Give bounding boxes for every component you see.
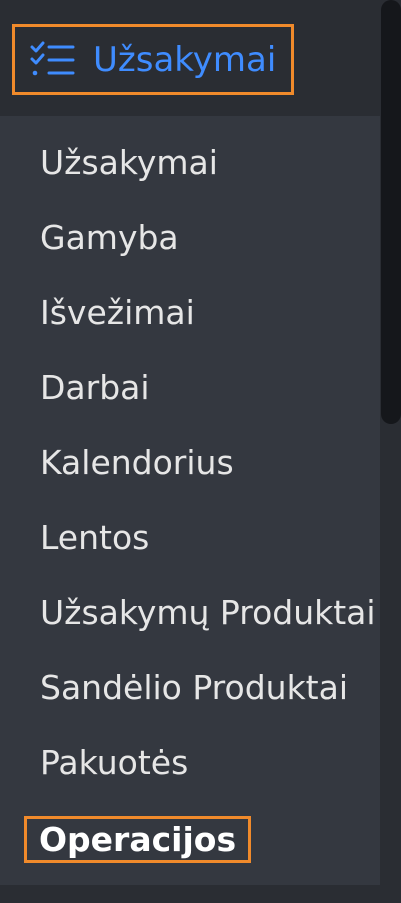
menu-item-operacijos[interactable]: Operacijos (24, 816, 252, 863)
menu-item-darbai[interactable]: Darbai (40, 371, 150, 404)
menu-item-kalendorius[interactable]: Kalendorius (40, 446, 234, 479)
sidebar: Užsakymai Užsakymai Gamyba Išvežimai Dar… (0, 0, 380, 903)
sidebar-header: Užsakymai (0, 0, 380, 116)
menu-item-gamyba[interactable]: Gamyba (40, 221, 179, 254)
checklist-icon (29, 40, 77, 80)
menu-item-uzsakymu-produktai[interactable]: Užsakymų Produktai (40, 596, 376, 629)
section-title: Užsakymai (93, 39, 277, 80)
menu-item-sandelio-produktai[interactable]: Sandėlio Produktai (40, 671, 348, 704)
scrollbar-thumb[interactable] (381, 0, 401, 424)
menu-item-uzsakymai[interactable]: Užsakymai (40, 146, 218, 179)
submenu: Užsakymai Gamyba Išvežimai Darbai Kalend… (0, 116, 380, 885)
menu-item-pakuotes[interactable]: Pakuotės (40, 746, 188, 779)
menu-item-isvezimai[interactable]: Išvežimai (40, 296, 195, 329)
section-header-button[interactable]: Užsakymai (12, 24, 294, 95)
menu-item-lentos[interactable]: Lentos (40, 521, 149, 554)
